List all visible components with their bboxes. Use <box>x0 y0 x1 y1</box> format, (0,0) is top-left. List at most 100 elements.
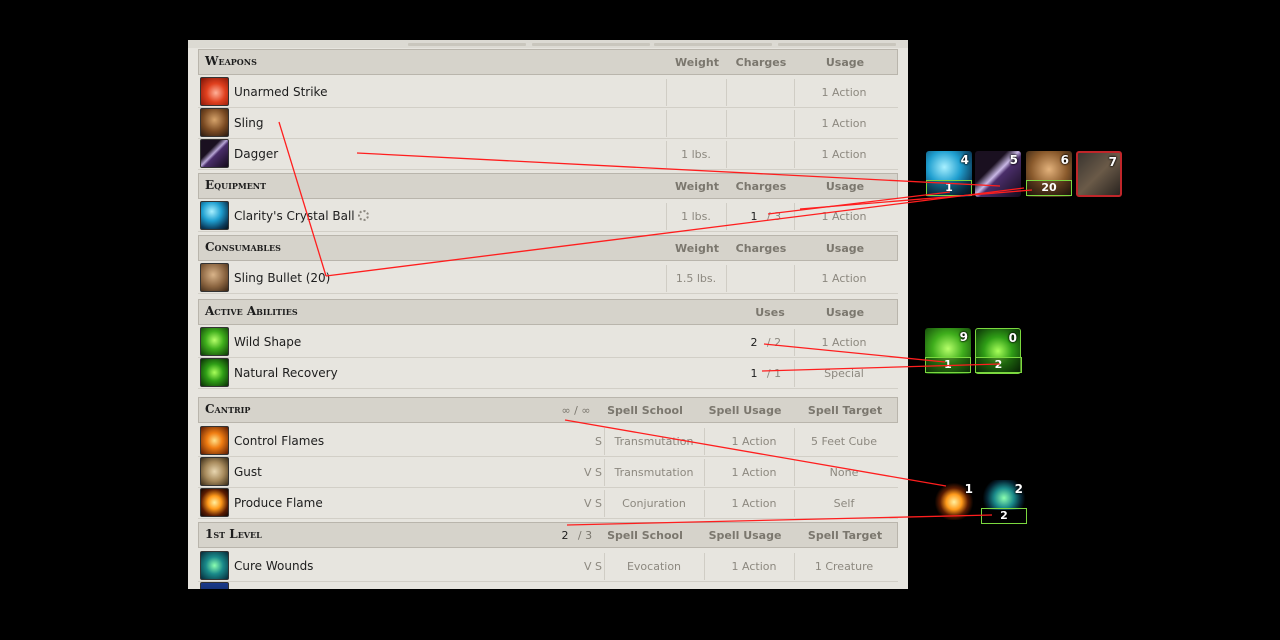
slot-charge: 1 <box>926 180 972 196</box>
equipment-header[interactable]: Equipment Weight Charges Usage <box>198 173 898 199</box>
col-usage: Usage <box>825 180 865 193</box>
slot-charge: 20 <box>1026 180 1072 196</box>
spell-usage: 1 Action <box>731 466 777 479</box>
ability-uses: 2 <box>750 336 758 349</box>
spell-usage: 1 Action <box>731 435 777 448</box>
col-usage: Usage <box>825 242 865 255</box>
weapons-header[interactable]: Weapons Weight Charges Usage <box>198 49 898 75</box>
spell-name: Control Flames <box>234 434 325 448</box>
ability-row-wild-shape[interactable]: Wild Shape 2 / 2 1 Action <box>198 327 898 358</box>
section-title: 1st Level <box>205 527 262 541</box>
item-weight: 1 lbs. <box>681 210 711 223</box>
col-spell-target: Spell Target <box>807 529 883 542</box>
ability-usage: Special <box>824 367 864 380</box>
col-usage: Usage <box>825 56 865 69</box>
section-title: Consumables <box>205 240 281 254</box>
consumable-row-sling-bullet[interactable]: Sling Bullet (20) 1.5 lbs. 1 Action <box>198 263 898 294</box>
produce-flame-icon <box>200 488 229 517</box>
gear-icon[interactable] <box>357 210 369 221</box>
section-title: Weapons <box>205 54 257 68</box>
item-weight: 1.5 lbs. <box>675 272 717 285</box>
unarmed-strike-icon <box>200 77 229 106</box>
spell-components: V S <box>583 497 602 510</box>
hotbar-slot-produce-flame[interactable]: 1 <box>932 480 976 520</box>
slot-charge: 2 <box>981 508 1027 524</box>
weapon-row-sling[interactable]: Sling 1 Action <box>198 108 898 139</box>
ability-uses-max: / 2 <box>766 336 782 349</box>
slot-charge: 2 <box>975 357 1022 373</box>
cantrip-slots: ∞ / ∞ <box>561 404 591 417</box>
item-name: Unarmed Strike <box>234 85 328 99</box>
col-charges: Charges <box>735 56 787 69</box>
level1-slots-total: / 3 <box>577 529 593 542</box>
weapon-row-dagger[interactable]: Dagger 1 lbs. 1 Action <box>198 139 898 170</box>
abilities-header[interactable]: Active Abilities Uses Usage <box>198 299 898 325</box>
spell-target: None <box>829 466 859 479</box>
spell-name: Gust <box>234 465 262 479</box>
hotbar-slot-dagger[interactable]: 5 <box>975 151 1021 197</box>
ability-usage: 1 Action <box>821 336 867 349</box>
spell-target: Self <box>833 497 855 510</box>
spell-school: Transmutation <box>614 466 694 479</box>
spell-usage: 1 Action <box>731 560 777 573</box>
spell-target: 5 Feet Cube <box>811 435 877 448</box>
item-name: Sling Bullet (20) <box>234 271 331 285</box>
spell-school: Evocation <box>626 560 682 573</box>
col-spell-target: Spell Target <box>807 404 883 417</box>
hotbar-slot-cure-wounds[interactable]: 2 <box>982 480 1026 510</box>
cantrip-header[interactable]: Cantrip ∞ / ∞ Spell School Spell Usage S… <box>198 397 898 423</box>
crystal-ball-icon <box>200 201 229 230</box>
col-spell-school: Spell School <box>607 529 683 542</box>
item-charges: 1 <box>750 210 758 223</box>
spell-target: 1 Creature <box>814 560 874 573</box>
col-weight: Weight <box>675 180 719 193</box>
slot-key: 1 <box>964 482 973 496</box>
consumables-header[interactable]: Consumables Weight Charges Usage <box>198 235 898 261</box>
level1-header[interactable]: 1st Level 2 / 3 Spell School Spell Usage… <box>198 522 898 548</box>
spell-row-cure-wounds[interactable]: Cure Wounds V S Evocation 1 Action 1 Cre… <box>198 551 898 582</box>
wild-shape-icon <box>200 327 229 356</box>
equipment-row-crystal-ball[interactable]: Clarity's Crystal Ball 1 lbs. 1 / 3 1 Ac… <box>198 201 898 232</box>
item-usage: 1 Action <box>821 117 867 130</box>
ability-uses: 1 <box>750 367 758 380</box>
slot-key: 2 <box>1014 482 1023 496</box>
slot-key: 5 <box>1009 153 1018 167</box>
spell-components: V S <box>583 466 602 479</box>
item-weight: 1 lbs. <box>681 148 711 161</box>
item-name: Dagger <box>234 147 279 161</box>
dagger-icon <box>200 139 229 168</box>
spell-components: S <box>595 435 602 448</box>
section-title: Cantrip <box>205 402 251 416</box>
spell-school: Transmutation <box>614 435 694 448</box>
item-usage: 1 Action <box>821 210 867 223</box>
item-name: Sling <box>234 116 264 130</box>
level1-slots-used: 2 <box>561 529 569 542</box>
slot-key: 7 <box>1108 155 1117 169</box>
ability-row-natural-recovery[interactable]: Natural Recovery 1 / 1 Special <box>198 358 898 389</box>
hotbar-slot-crossbow[interactable]: 7 <box>1076 151 1122 197</box>
gust-icon <box>200 457 229 486</box>
cure-wounds-icon <box>200 551 229 580</box>
sling-bullet-icon <box>200 263 229 292</box>
spell-usage: 1 Action <box>731 497 777 510</box>
col-charges: Charges <box>735 180 787 193</box>
ability-name: Natural Recovery <box>234 366 338 380</box>
item-name: Clarity's Crystal Ball <box>234 209 369 223</box>
spell-row-next[interactable] <box>198 582 898 589</box>
weapon-row-unarmed-strike[interactable]: Unarmed Strike 1 Action <box>198 77 898 108</box>
col-charges: Charges <box>735 242 787 255</box>
ability-name: Wild Shape <box>234 335 302 349</box>
spell-row-gust[interactable]: Gust V S Transmutation 1 Action None <box>198 457 898 488</box>
col-weight: Weight <box>675 56 719 69</box>
col-uses: Uses <box>755 306 785 319</box>
slot-key: 9 <box>959 330 968 344</box>
slot-key: 4 <box>960 153 969 167</box>
col-spell-school: Spell School <box>607 404 683 417</box>
col-weight: Weight <box>675 242 719 255</box>
spell-row-produce-flame[interactable]: Produce Flame V S Conjuration 1 Action S… <box>198 488 898 519</box>
spell-row-control-flames[interactable]: Control Flames S Transmutation 1 Action … <box>198 426 898 457</box>
col-usage: Usage <box>825 306 865 319</box>
item-usage: 1 Action <box>821 272 867 285</box>
item-charges-max: / 3 <box>766 210 782 223</box>
slot-key: 6 <box>1060 153 1069 167</box>
